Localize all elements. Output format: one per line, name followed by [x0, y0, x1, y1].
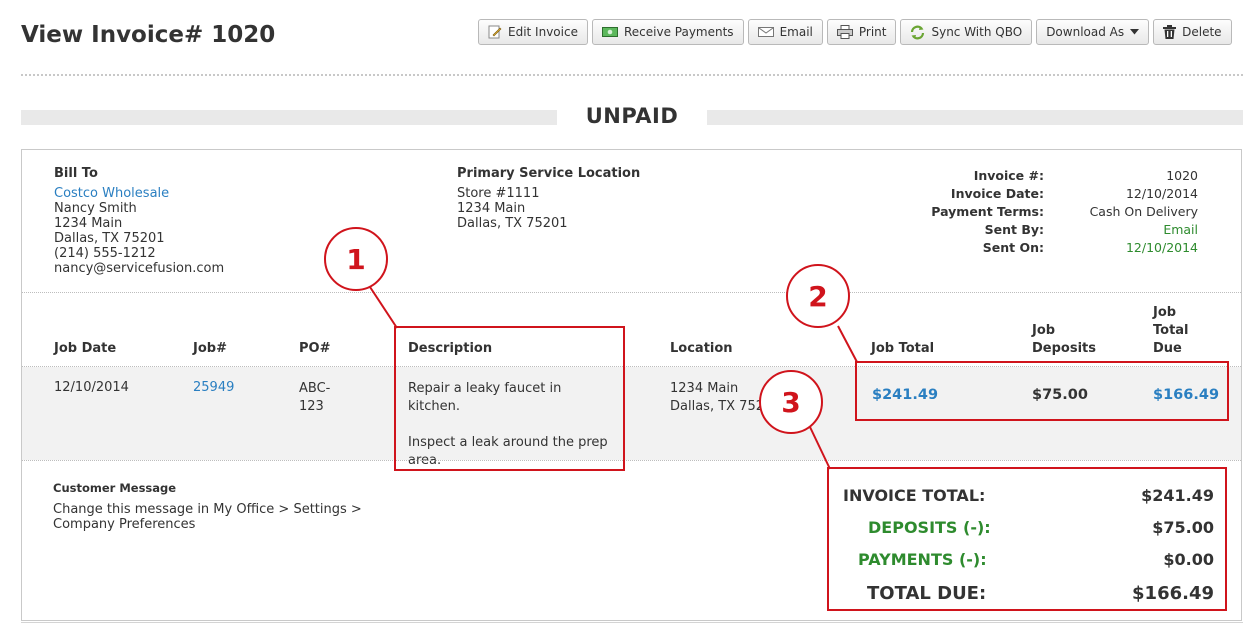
callout-marker-2: 2: [786, 264, 850, 328]
callout-marker-1: 1: [324, 227, 388, 291]
leader-line-2: [837, 325, 858, 363]
callout-leader-lines: [369, 286, 858, 470]
callout-marker-3: 3: [759, 370, 823, 434]
leader-line-1: [369, 286, 398, 329]
leader-line-3: [809, 426, 831, 470]
